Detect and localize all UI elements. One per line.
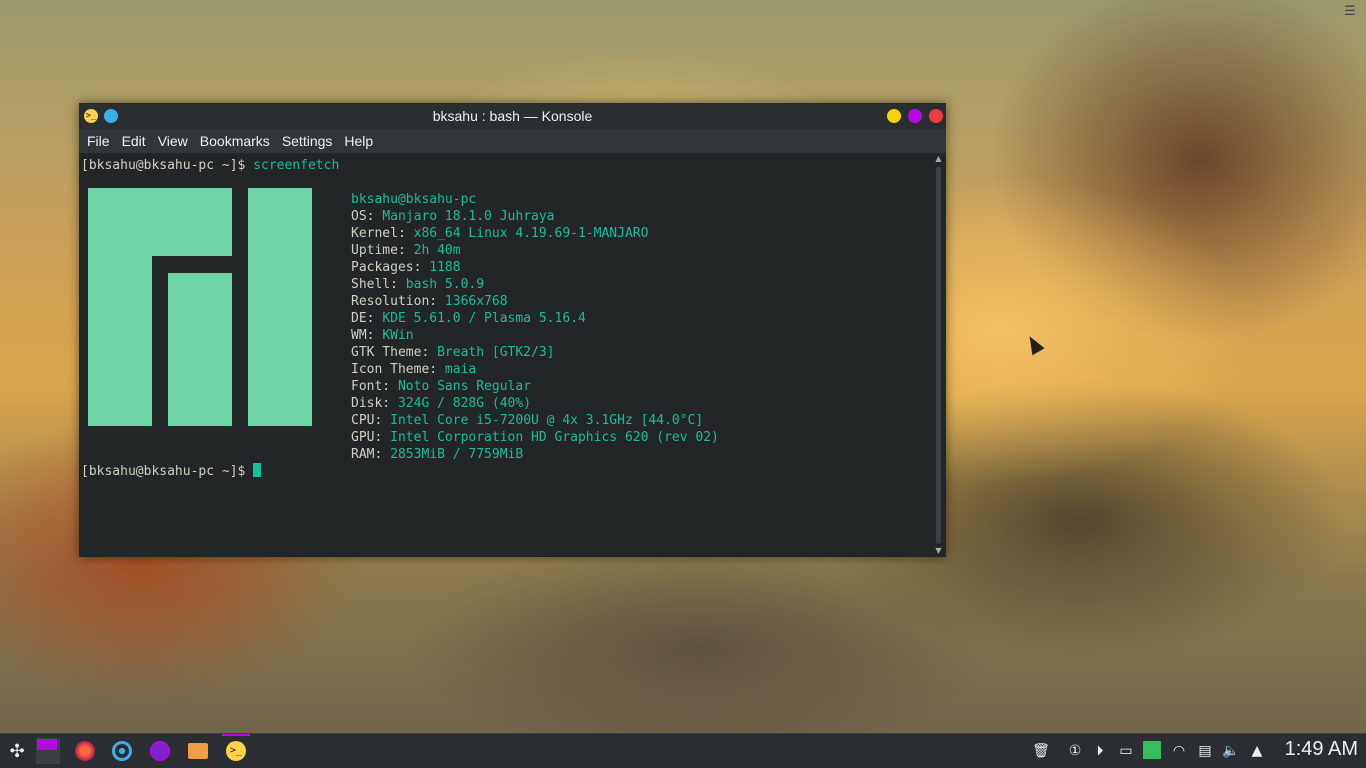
menu-help[interactable]: Help xyxy=(338,133,379,149)
battery-icon[interactable]: ▭ xyxy=(1116,741,1136,761)
info-value: Manjaro 18.1.0 Juhraya xyxy=(382,209,555,224)
command-text: screenfetch xyxy=(253,158,340,173)
info-value: 2853MiB / 7759MiB xyxy=(390,447,524,462)
info-key: Shell: xyxy=(351,277,406,292)
info-value: 1366x768 xyxy=(444,294,508,309)
info-value: bash 5.0.9 xyxy=(405,277,485,292)
text-cursor xyxy=(253,463,262,477)
file-manager-icon[interactable] xyxy=(184,737,212,765)
menu-file[interactable]: File xyxy=(81,133,116,149)
volume-icon[interactable]: 🔈 xyxy=(1221,741,1241,761)
window-titlebar[interactable]: >_ bksahu : bash — Konsole xyxy=(79,103,946,129)
info-key: CPU: xyxy=(351,413,391,428)
menubar: File Edit View Bookmarks Settings Help xyxy=(79,129,946,153)
clock[interactable]: 1:49 AM xyxy=(1285,738,1358,761)
info-value: 324G / 828G (40%) xyxy=(397,396,532,411)
info-value: Breath [GTK2/3] xyxy=(437,345,555,360)
info-value: x86_64 Linux 4.19.69-1-MANJARO xyxy=(413,226,649,241)
system-info: bksahu@bksahu-pc OS: Manjaro 18.1.0 Juhr… xyxy=(351,191,719,463)
info-value: KWin xyxy=(382,328,414,343)
info-key: Uptime: xyxy=(351,243,414,258)
info-value: Noto Sans Regular xyxy=(397,379,532,394)
info-key: Icon Theme: xyxy=(351,362,445,377)
info-key: RAM: xyxy=(351,447,391,462)
terminal-scrollbar[interactable]: ▲ ▼ xyxy=(934,155,943,555)
info-key: GPU: xyxy=(351,430,391,445)
info-value: Intel Corporation HD Graphics 620 (rev 0… xyxy=(390,430,719,445)
menu-settings[interactable]: Settings xyxy=(276,133,339,149)
chromium-icon[interactable] xyxy=(108,737,136,765)
mail-icon[interactable] xyxy=(146,737,174,765)
desktop-menu-icon[interactable]: ☰ xyxy=(1344,5,1358,18)
info-key: OS: xyxy=(351,209,383,224)
close-button[interactable] xyxy=(929,109,943,123)
manjaro-icon[interactable] xyxy=(1142,741,1162,761)
minimize-button[interactable] xyxy=(887,109,901,123)
info-key: Packages: xyxy=(351,260,430,275)
window-title: bksahu : bash — Konsole xyxy=(432,108,593,124)
prompt: [bksahu@bksahu-pc ~]$ xyxy=(81,158,254,173)
konsole-window: >_ bksahu : bash — Konsole File Edit Vie… xyxy=(79,103,946,557)
storage-icon[interactable]: ▤ xyxy=(1195,741,1215,761)
scrollbar-track[interactable] xyxy=(936,166,941,544)
menu-view[interactable]: View xyxy=(152,133,194,149)
menu-edit[interactable]: Edit xyxy=(116,133,152,149)
pager-icon[interactable] xyxy=(34,737,62,765)
info-key: Resolution: xyxy=(351,294,445,309)
media-icon[interactable]: ⏵ xyxy=(1090,741,1110,761)
expand-tray-icon[interactable]: ▲ xyxy=(1247,741,1267,761)
menu-bookmarks[interactable]: Bookmarks xyxy=(194,133,276,149)
command-line: [bksahu@bksahu-pc ~]$ screenfetch xyxy=(81,157,931,174)
manjaro-logo xyxy=(88,188,312,426)
info-key: Kernel: xyxy=(351,226,414,241)
mouse-cursor-icon xyxy=(1023,332,1045,356)
info-value: maia xyxy=(444,362,477,377)
info-key: Disk: xyxy=(351,396,398,411)
scroll-down-icon[interactable]: ▼ xyxy=(934,547,943,555)
taskbar: ✣ >_ 🗑 ① ⏵ ▭ ◠ ▤ 🔈 ▲ 1:49 AM xyxy=(0,733,1366,768)
info-value: 1188 xyxy=(429,260,461,275)
application-launcher-icon[interactable]: ✣ xyxy=(3,737,31,765)
info-key: GTK Theme: xyxy=(351,345,438,360)
notifications-icon[interactable]: ① xyxy=(1065,741,1085,761)
firefox-icon[interactable] xyxy=(71,737,99,765)
current-prompt-line[interactable]: [bksahu@bksahu-pc ~]$ xyxy=(81,463,262,480)
info-value: Intel Core i5-7200U @ 4x 3.1GHz [44.0°C] xyxy=(390,413,704,428)
maximize-button[interactable] xyxy=(908,109,922,123)
info-header: bksahu@bksahu-pc xyxy=(351,192,477,207)
info-value: 2h 40m xyxy=(413,243,461,258)
clipboard-icon[interactable]: 🗑 xyxy=(1031,741,1051,761)
info-key: Font: xyxy=(351,379,398,394)
info-value: KDE 5.61.0 / Plasma 5.16.4 xyxy=(382,311,586,326)
scroll-up-icon[interactable]: ▲ xyxy=(934,155,943,163)
wifi-icon[interactable]: ◠ xyxy=(1169,741,1189,761)
terminal-area[interactable]: [bksahu@bksahu-pc ~]$ screenfetch bksahu… xyxy=(79,153,931,557)
info-key: WM: xyxy=(351,328,383,343)
info-key: DE: xyxy=(351,311,383,326)
prompt: [bksahu@bksahu-pc ~]$ xyxy=(81,464,254,479)
konsole-icon[interactable]: >_ xyxy=(222,734,250,765)
